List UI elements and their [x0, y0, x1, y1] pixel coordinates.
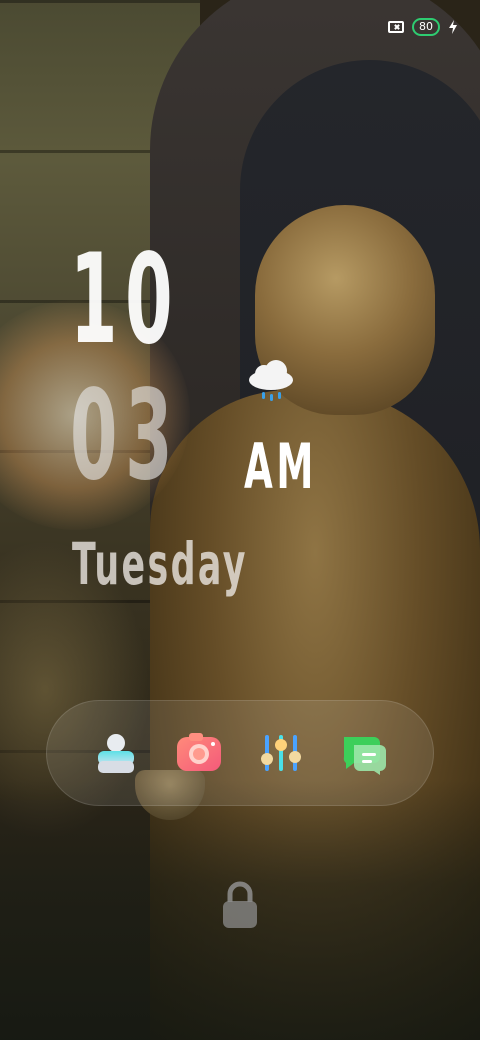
messages-icon[interactable] — [340, 729, 388, 777]
clock-hour: 10 — [70, 228, 181, 372]
sliders-icon[interactable] — [257, 729, 305, 777]
battery-level: 80 — [419, 20, 433, 33]
camera-icon[interactable] — [175, 729, 223, 777]
app-shortcut-dock — [46, 700, 434, 806]
clock-minute: 03 — [70, 364, 181, 508]
battery-indicator: 80 — [412, 18, 440, 36]
bolt-icon — [449, 20, 457, 34]
padlock-icon[interactable] — [220, 880, 260, 930]
no-sim-icon — [388, 21, 404, 33]
status-bar: 80 — [388, 18, 458, 36]
clock-ampm: AM — [244, 430, 318, 503]
day-label: Tuesday — [72, 530, 248, 598]
contacts-icon[interactable] — [92, 729, 140, 777]
rain-cloud-icon — [249, 360, 293, 401]
